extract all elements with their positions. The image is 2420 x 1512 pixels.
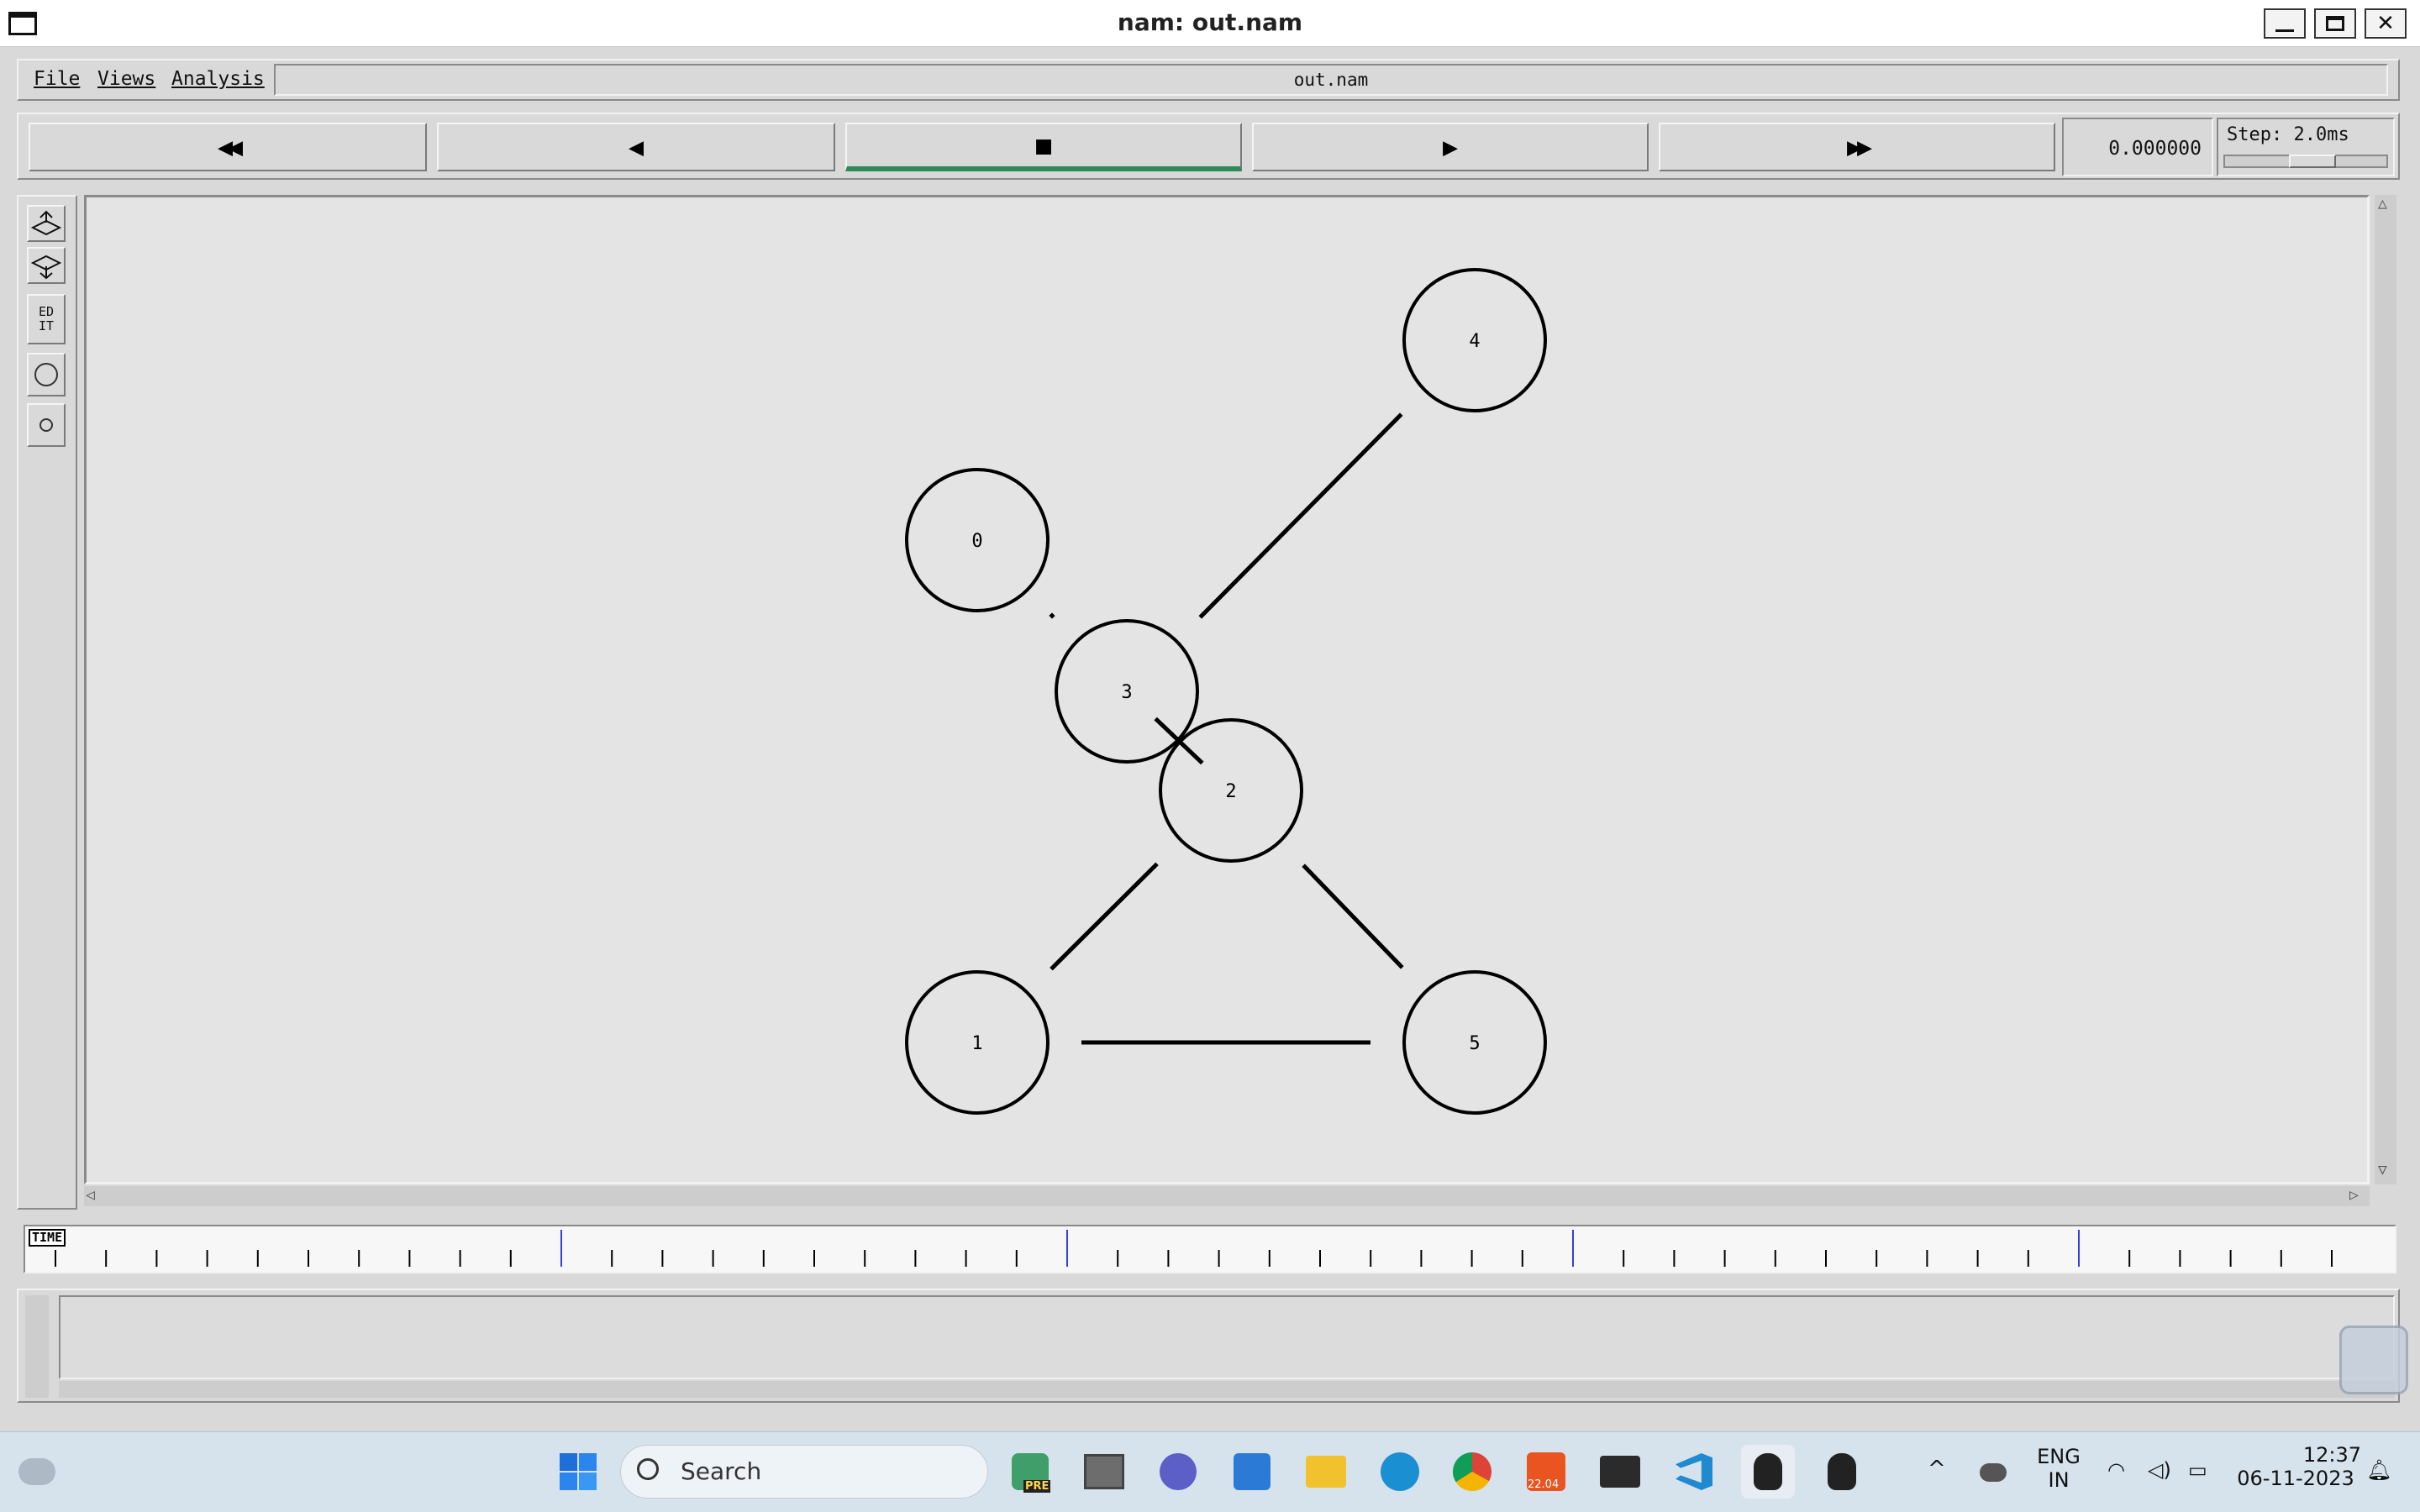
- copilot-app-icon[interactable]: PRE: [1003, 1445, 1057, 1499]
- linux-app-icon[interactable]: [1741, 1445, 1795, 1499]
- network-topology: 0 1 2 3 4 5: [905, 268, 1547, 1115]
- stop-button[interactable]: ■: [845, 123, 1242, 171]
- fast-rewind-icon: ◀◀: [217, 132, 243, 162]
- play-icon: ▶: [1442, 132, 1459, 162]
- search-icon: [637, 1458, 659, 1480]
- task-view-icon[interactable]: [1077, 1445, 1131, 1499]
- circle-icon: [34, 363, 58, 386]
- edge-icon[interactable]: [1373, 1445, 1427, 1499]
- start-button[interactable]: [551, 1445, 605, 1499]
- play-button[interactable]: ▶: [1252, 123, 1649, 171]
- linux-app-icon-2[interactable]: [1815, 1445, 1869, 1499]
- vscode-icon[interactable]: [1667, 1445, 1721, 1499]
- current-time-display: 0.000000: [2062, 118, 2213, 176]
- timeline-ticks: [55, 1230, 2333, 1267]
- minimize-button[interactable]: [2264, 8, 2306, 39]
- ubuntu-icon[interactable]: 22.04: [1519, 1445, 1573, 1499]
- taskbar-search[interactable]: [620, 1445, 988, 1499]
- timeline-slider[interactable]: [24, 1225, 2396, 1273]
- rewind-button[interactable]: ◀: [437, 123, 835, 171]
- store-icon[interactable]: [1225, 1445, 1279, 1499]
- fast-rewind-button[interactable]: ◀◀: [29, 123, 427, 171]
- battery-icon[interactable]: ▭: [2188, 1458, 2207, 1482]
- notification-bell-icon[interactable]: 🔔︎: [2366, 1458, 2391, 1482]
- scroll-up-icon[interactable]: △: [2378, 195, 2387, 213]
- volume-icon[interactable]: ◁): [2148, 1458, 2171, 1482]
- rewind-icon: ◀: [628, 132, 644, 162]
- timeline-label[interactable]: TIME: [29, 1229, 66, 1247]
- show-hidden-icons[interactable]: ^: [1928, 1457, 1946, 1482]
- window-title: nam: out.nam: [1117, 8, 1303, 36]
- weather-icon[interactable]: [10, 1445, 64, 1499]
- link-3-4[interactable]: [1198, 412, 1403, 619]
- onedrive-icon[interactable]: [1980, 1463, 2007, 1482]
- clock[interactable]: 12:37 06-11-2023: [2230, 1443, 2361, 1490]
- node-large-button[interactable]: [27, 353, 66, 396]
- scroll-left-icon[interactable]: ◁: [86, 1186, 95, 1204]
- small-circle-icon: [39, 418, 53, 432]
- chrome-icon[interactable]: [1445, 1445, 1499, 1499]
- menu-analysis[interactable]: Analysis: [171, 66, 265, 92]
- canvas-vertical-scrollbar[interactable]: △ ▽: [2375, 195, 2396, 1184]
- search-placeholder: Search: [681, 1457, 762, 1485]
- fast-forward-button[interactable]: ▶▶: [1659, 123, 2055, 171]
- edit-toolbar: [17, 195, 77, 1210]
- file-explorer-icon[interactable]: [1299, 1445, 1353, 1499]
- link-0-3[interactable]: [1049, 612, 1055, 619]
- node-label-1: 1: [971, 1033, 982, 1054]
- step-slider-thumb[interactable]: [2289, 155, 2336, 168]
- node-label-0: 0: [971, 531, 982, 552]
- filename-display: out.nam: [274, 64, 2388, 96]
- node-label-2: 2: [1225, 781, 1236, 802]
- node-label-3: 3: [1121, 682, 1132, 703]
- link-2-5[interactable]: [1302, 864, 1404, 969]
- zoom-out-button[interactable]: [27, 247, 66, 284]
- zoom-out-icon: [30, 255, 62, 280]
- wifi-icon[interactable]: ◠: [2107, 1458, 2125, 1482]
- scroll-down-icon[interactable]: ▽: [2378, 1161, 2387, 1179]
- canvas-horizontal-scrollbar[interactable]: ◁ ▷: [84, 1186, 2370, 1206]
- network-canvas[interactable]: 0 1 2 3 4 5: [84, 195, 2370, 1184]
- annotation-vertical-scrollbar[interactable]: [25, 1295, 49, 1398]
- link-2-1[interactable]: [1050, 862, 1159, 971]
- teams-icon[interactable]: [1151, 1445, 1205, 1499]
- stop-icon: ■: [1035, 130, 1052, 160]
- close-icon: ✕: [2376, 11, 2395, 36]
- language-indicator[interactable]: ENG IN: [2033, 1445, 2084, 1492]
- annotation-horizontal-scrollbar[interactable]: [59, 1381, 2395, 1398]
- clock-date: 06-11-2023: [2237, 1467, 2354, 1490]
- menu-file[interactable]: File: [34, 66, 80, 92]
- maximize-button[interactable]: [2314, 8, 2356, 39]
- feedback-icon[interactable]: [2339, 1326, 2408, 1394]
- scroll-right-icon[interactable]: ▷: [2349, 1186, 2359, 1204]
- node-label-5: 5: [1469, 1033, 1480, 1054]
- minimize-icon: [2275, 29, 2294, 32]
- fast-forward-icon: ▶▶: [1846, 132, 1872, 162]
- edit-button[interactable]: ED IT: [27, 294, 66, 344]
- terminal-icon[interactable]: [1593, 1445, 1647, 1499]
- windows-logo-icon: [560, 1453, 597, 1490]
- maximize-icon: [2326, 16, 2344, 31]
- clock-time: 12:37: [2302, 1443, 2361, 1467]
- step-label: Step: 2.0ms: [2227, 124, 2349, 145]
- node-small-button[interactable]: [27, 403, 66, 447]
- node-label-4: 4: [1469, 331, 1480, 352]
- annotation-list[interactable]: [59, 1295, 2395, 1379]
- zoom-in-button[interactable]: [27, 205, 66, 242]
- menu-views[interactable]: Views: [97, 66, 155, 92]
- edit-label: ED IT: [38, 304, 55, 333]
- close-button[interactable]: ✕: [2365, 8, 2407, 39]
- zoom-in-icon: [30, 210, 62, 236]
